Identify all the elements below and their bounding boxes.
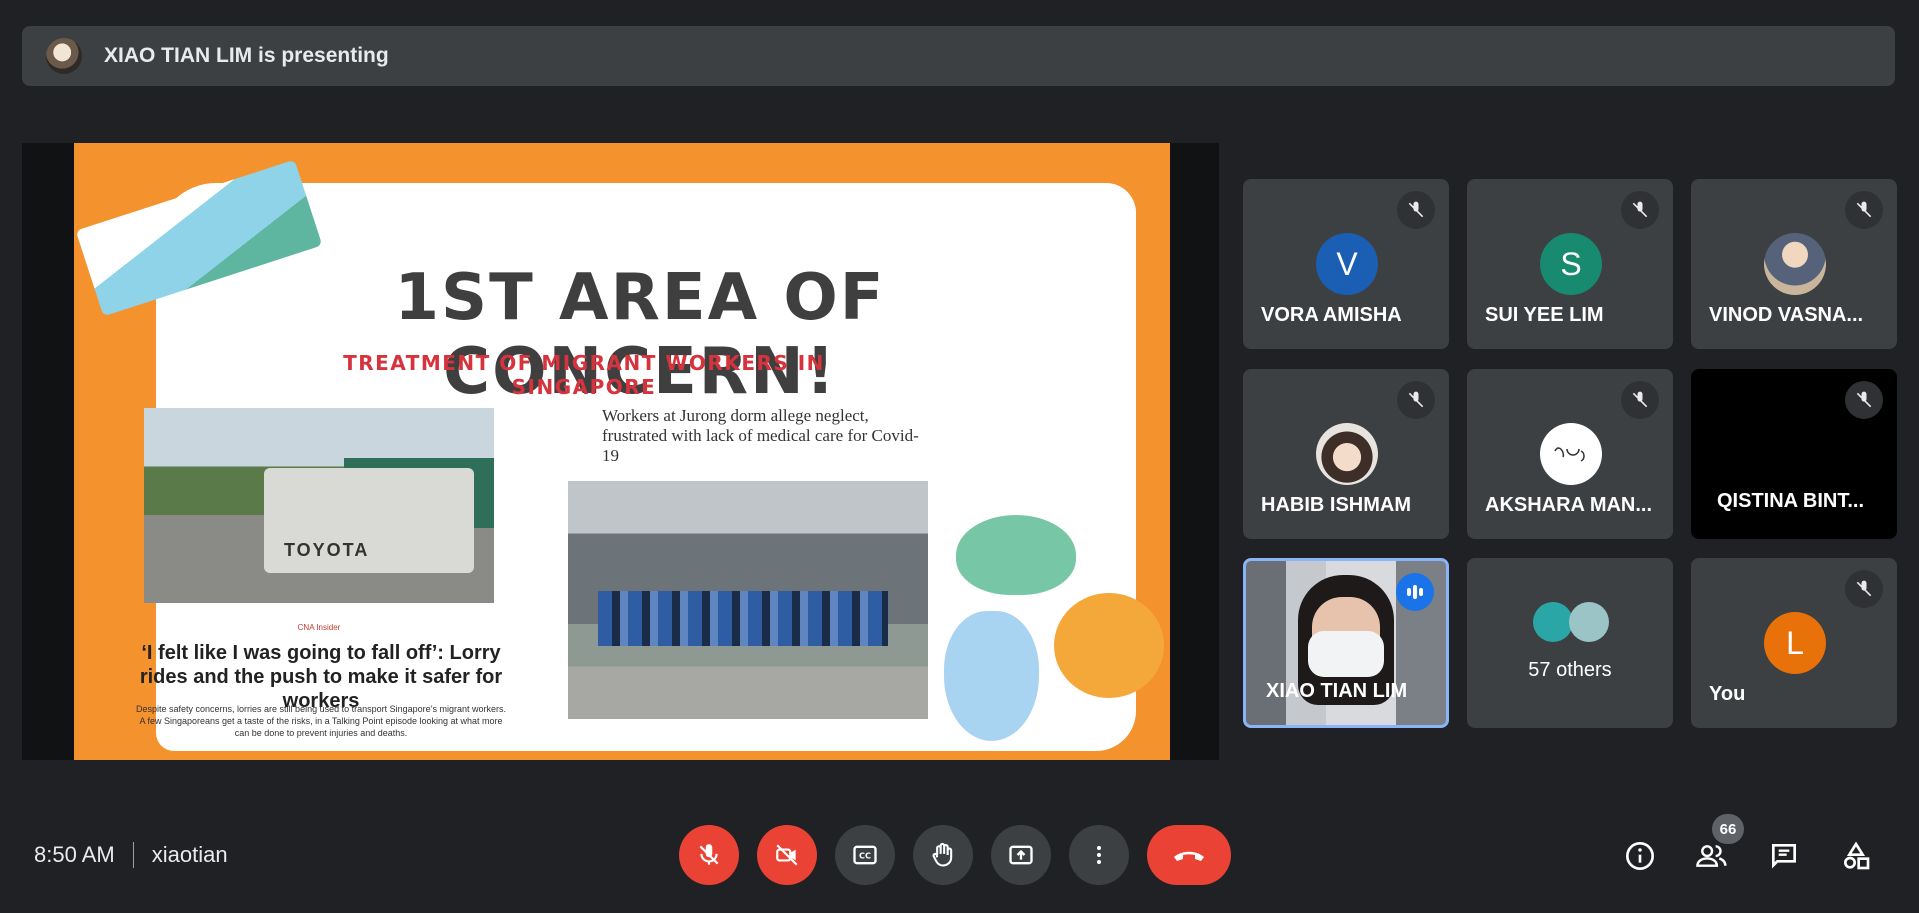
participant-tile-vinod[interactable]: VINOD VASNA... <box>1691 179 1897 349</box>
avatar <box>1540 423 1602 485</box>
present-screen-button[interactable] <box>991 825 1051 885</box>
mic-off-icon <box>1845 191 1883 229</box>
participant-tile-qistina[interactable]: QISTINA BINT... <box>1691 369 1897 539</box>
divider <box>132 842 134 868</box>
people-icon <box>1696 845 1727 867</box>
slide-subtitle: TREATMENT OF MIGRANT WORKERS IN SINGAPOR… <box>343 351 825 399</box>
participant-tile-xiaotian[interactable]: XIAO TIAN LIM <box>1243 558 1449 728</box>
lorry-photo: TOYOTA <box>144 408 494 603</box>
raise-hand-button[interactable] <box>913 825 973 885</box>
current-time: 8:50 AM <box>34 842 115 867</box>
svg-text:CC: CC <box>859 851 871 861</box>
participant-tile-you[interactable]: L You <box>1691 558 1897 728</box>
participant-name: VORA AMISHA <box>1261 304 1402 326</box>
slide: 1ST AREA OF CONCERN! TREATMENT OF MIGRAN… <box>74 143 1170 760</box>
meeting-details-button[interactable] <box>1620 836 1660 876</box>
dorm-photo <box>568 481 928 719</box>
bunny-illustration <box>944 611 1039 741</box>
meeting-info: 8:50 AM xiaotian <box>34 842 228 868</box>
participant-tile-akshara[interactable]: AKSHARA MAN... <box>1467 369 1673 539</box>
more-options-button[interactable] <box>1069 825 1129 885</box>
mic-off-icon <box>1397 191 1435 229</box>
truck-brand: TOYOTA <box>284 540 370 560</box>
more-vert-icon <box>1097 846 1101 864</box>
chat-icon <box>1772 844 1796 869</box>
presenter-avatar <box>46 38 82 74</box>
participant-tile-habib[interactable]: HABIB ISHMAM <box>1243 369 1449 539</box>
avatar <box>1316 423 1378 485</box>
activities-button[interactable] <box>1836 836 1876 876</box>
mic-off-icon <box>1845 570 1883 608</box>
dog-illustration <box>1054 593 1164 698</box>
participant-name: VINOD VASNA... <box>1709 304 1864 326</box>
participant-tile-sui[interactable]: S SUI YEE LIM <box>1467 179 1673 349</box>
article-blurb: Despite safety concerns, lorries are sti… <box>136 704 507 738</box>
chat-button[interactable] <box>1764 836 1804 876</box>
mic-toggle-button[interactable] <box>679 825 739 885</box>
mic-off-icon <box>1621 191 1659 229</box>
article-source: CNA Insider <box>297 623 341 632</box>
participant-tile-vora[interactable]: V VORA AMISHA <box>1243 179 1449 349</box>
meeting-code: xiaotian <box>151 842 228 867</box>
captions-button[interactable]: CC <box>835 825 895 885</box>
shapes-icon <box>1844 841 1870 870</box>
speaking-indicator-icon <box>1396 573 1434 611</box>
participant-name: SUI YEE LIM <box>1485 304 1604 326</box>
others-avatar-1 <box>1533 602 1573 642</box>
presentation-stage[interactable]: 1ST AREA OF CONCERN! TREATMENT OF MIGRAN… <box>22 143 1219 760</box>
participant-name: QISTINA BINT... <box>1717 490 1865 512</box>
presenting-banner: XIAO TIAN LIM is presenting <box>22 26 1895 86</box>
participant-name: You <box>1709 683 1746 705</box>
camera-off-icon <box>776 844 798 866</box>
avatar: L <box>1764 612 1826 674</box>
others-avatar-2 <box>1569 602 1609 642</box>
camera-toggle-button[interactable] <box>757 825 817 885</box>
people-button[interactable] <box>1692 836 1732 876</box>
present-icon <box>1009 845 1033 865</box>
avatar <box>1764 233 1826 295</box>
frog-illustration <box>956 515 1076 595</box>
avatar: V <box>1316 233 1378 295</box>
leave-call-button[interactable] <box>1147 825 1231 885</box>
participant-name: HABIB ISHMAM <box>1261 494 1411 516</box>
avatar: S <box>1540 233 1602 295</box>
hand-icon <box>932 842 953 867</box>
captions-icon: CC <box>853 845 877 865</box>
participant-name: AKSHARA MAN... <box>1485 494 1653 516</box>
others-tile[interactable]: 57 others <box>1467 558 1673 728</box>
mic-off-icon <box>1397 381 1435 419</box>
mic-off-icon <box>1621 381 1659 419</box>
presenting-text: XIAO TIAN LIM is presenting <box>104 44 389 67</box>
participant-name: XIAO TIAN LIM <box>1266 680 1408 702</box>
mic-off-icon <box>699 844 719 865</box>
article-title-2: Workers at Jurong dorm allege neglect, f… <box>602 406 919 465</box>
workers-group <box>598 591 888 646</box>
mic-off-icon <box>1845 381 1883 419</box>
info-icon <box>1626 842 1654 870</box>
others-count-label: 57 others <box>1528 659 1612 681</box>
hang-up-icon <box>1174 851 1204 861</box>
